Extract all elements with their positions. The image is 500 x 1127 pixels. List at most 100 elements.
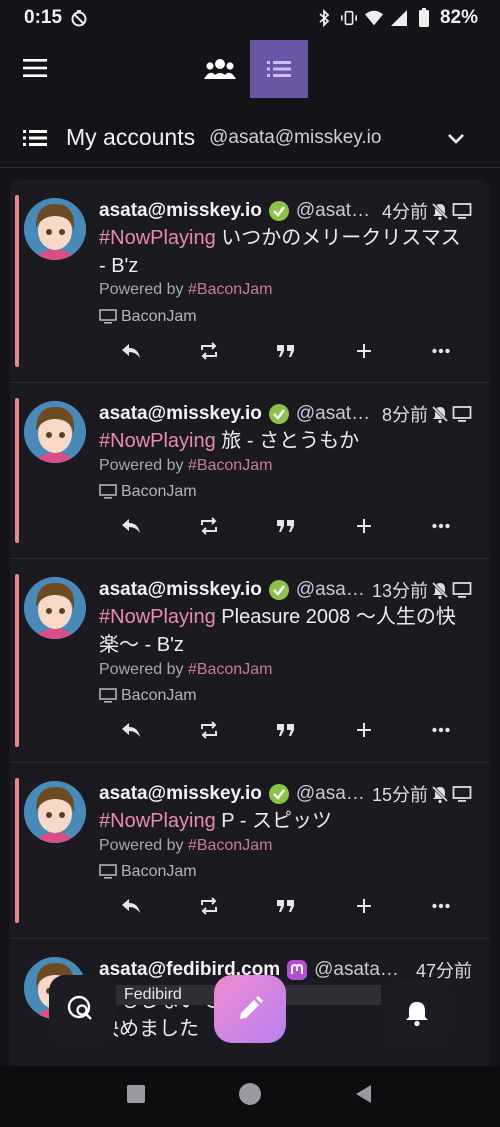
post[interactable]: asata@misskey.io @asata@misskey.io 15分前 … [10,763,490,939]
quote-icon [277,520,294,532]
account-selector[interactable]: My accounts @asata@misskey.io [0,108,500,168]
circle-icon [238,1083,261,1105]
reply-icon [122,519,140,533]
timestamp: 15分前 [371,785,428,805]
user-handle: @asata@misskey.io [295,579,370,600]
avatar[interactable] [24,401,86,463]
quote-button[interactable] [271,511,301,541]
post[interactable]: asata@misskey.io @asata@misskey.io 4分前 #… [10,180,490,383]
powered-by: Powered by #BaconJam [99,661,273,678]
reply-button[interactable] [116,336,146,366]
hashtag-link[interactable]: #NowPlaying [99,606,216,628]
verified-badge-icon [268,201,289,221]
more-button[interactable] [426,336,456,366]
battery-level: 82% [439,7,478,28]
hashtag-link[interactable]: #NowPlaying [99,227,216,249]
quote-button[interactable] [271,715,301,745]
display-name[interactable]: asata@misskey.io [99,579,262,601]
hashtag-link[interactable]: #BaconJam [188,281,273,298]
plus-icon [356,519,371,533]
monitor-icon [99,864,117,879]
repeat-icon [200,342,217,360]
quote-button[interactable] [271,891,301,921]
avatar[interactable] [24,781,86,843]
quote-button[interactable] [271,336,301,366]
tab-list[interactable] [250,40,308,98]
post-indicator [15,398,19,543]
more-button[interactable] [426,511,456,541]
avatar[interactable] [24,577,86,639]
post-header: asata@misskey.io @asata@misskey.io 13分前 [99,577,472,603]
repeat-icon [200,721,217,739]
plus-icon [356,344,371,358]
monitor-icon [452,406,472,422]
notifications-button[interactable] [384,980,450,1046]
add-reaction-button[interactable] [349,511,379,541]
renote-button[interactable] [194,891,224,921]
post-actions [116,336,456,366]
add-reaction-button[interactable] [349,336,379,366]
quote-icon [277,724,294,736]
timestamp: 8分前 [381,405,428,425]
monitor-icon [452,786,472,802]
plus-icon [356,899,371,913]
hashtag-link[interactable]: #NowPlaying [99,430,216,452]
post-actions [116,715,456,745]
display-name[interactable]: asata@misskey.io [99,200,262,222]
hamburger-menu-button[interactable] [16,48,56,88]
user-handle: @asata@misskey.io [295,783,370,804]
notifications-off-icon [431,581,449,600]
user-handle: @asata@fedibird.com [314,959,414,980]
post-content: #NowPlaying P - スピッツ [99,807,472,835]
post-indicator [15,574,19,747]
via-app: BaconJam [99,863,197,881]
avatar[interactable] [24,198,86,260]
renote-button[interactable] [194,715,224,745]
post-actions [116,511,456,541]
reply-button[interactable] [116,715,146,745]
add-reaction-button[interactable] [349,891,379,921]
search-timeline-button[interactable] [49,975,115,1043]
home-button[interactable] [238,1082,262,1111]
notifications-off-icon [431,202,449,221]
tab-accounts-group[interactable] [191,40,249,98]
chevron-down-icon[interactable] [444,126,468,150]
monitor-icon [99,484,117,499]
powered-by: Powered by #BaconJam [99,281,273,298]
hashtag-link[interactable]: #NowPlaying [99,810,216,832]
back-button[interactable] [353,1083,375,1110]
reply-button[interactable] [116,891,146,921]
renote-button[interactable] [194,336,224,366]
via-app: BaconJam [99,687,197,705]
more-horizontal-icon [432,727,450,733]
list-icon [23,129,47,146]
hashtag-link[interactable]: #BaconJam [188,661,273,678]
status-bar: 0:15 82% [0,0,500,36]
post-content: #NowPlaying 旅 - さとうもか [99,427,472,455]
more-button[interactable] [426,715,456,745]
bell-icon [406,1002,428,1027]
timestamp: 13分前 [371,581,428,601]
display-name[interactable]: asata@misskey.io [99,403,262,425]
reply-icon [122,899,140,913]
vibrate-icon [340,9,358,27]
reply-button[interactable] [116,511,146,541]
post-header: asata@misskey.io @asata@misskey.io 15分前 [99,781,472,807]
display-name[interactable]: asata@misskey.io [99,783,262,805]
add-reaction-button[interactable] [349,715,379,745]
wifi-icon [364,9,383,27]
recents-button[interactable] [125,1083,147,1110]
powered-by: Powered by #BaconJam [99,837,273,854]
compose-button[interactable] [214,975,286,1043]
post[interactable]: asata@misskey.io @asata@misskey.io 8分前 #… [10,383,490,559]
reply-icon [122,723,140,737]
post[interactable]: asata@misskey.io @asata@misskey.io 13分前 … [10,559,490,763]
hashtag-link[interactable]: #BaconJam [188,837,273,854]
hashtag-link[interactable]: #BaconJam [188,457,273,474]
more-button[interactable] [426,891,456,921]
quote-icon [277,345,294,357]
powered-by: Powered by #BaconJam [99,457,273,474]
quote-icon [277,900,294,912]
timeline[interactable]: asata@misskey.io @asata@misskey.io 4分前 #… [10,180,490,1070]
renote-button[interactable] [194,511,224,541]
